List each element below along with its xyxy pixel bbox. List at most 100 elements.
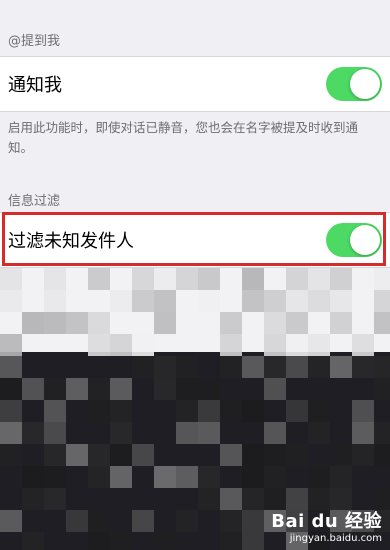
mosaic-tile bbox=[286, 444, 308, 466]
toggle-knob bbox=[350, 225, 380, 255]
mosaic-tile bbox=[176, 400, 198, 422]
mosaic-tile bbox=[110, 422, 132, 444]
mosaic-tile bbox=[22, 532, 44, 550]
mosaic-tile bbox=[264, 444, 286, 466]
pixelated-redaction-area: Bai du 经验 jingyan.baidu.com bbox=[0, 268, 390, 550]
mosaic-tile bbox=[154, 290, 176, 312]
mosaic-tile bbox=[176, 356, 198, 378]
mosaic-tile bbox=[308, 400, 330, 422]
mosaic-tile bbox=[176, 510, 198, 532]
mosaic-tile bbox=[264, 290, 286, 312]
watermark-url: jingyan.baidu.com bbox=[289, 533, 382, 544]
mosaic-tile bbox=[44, 444, 66, 466]
mosaic-tile bbox=[0, 378, 22, 400]
mosaic-tile bbox=[198, 378, 220, 400]
mosaic-tile bbox=[176, 268, 198, 290]
mosaic-tile bbox=[66, 444, 88, 466]
toggle-knob bbox=[350, 69, 380, 99]
mosaic-tile bbox=[374, 378, 390, 400]
mosaic-tile bbox=[0, 422, 22, 444]
mosaic-tile bbox=[154, 356, 176, 378]
mosaic-tile bbox=[154, 532, 176, 550]
mosaic-tile bbox=[220, 312, 242, 334]
mosaic-tile bbox=[44, 378, 66, 400]
mosaic-tile bbox=[0, 290, 22, 312]
mosaic-tile bbox=[88, 312, 110, 334]
mosaic-tile bbox=[88, 400, 110, 422]
mosaic-tile bbox=[352, 422, 374, 444]
mosaic-tile bbox=[286, 290, 308, 312]
mosaic-tile bbox=[242, 466, 264, 488]
mosaic-tile bbox=[176, 466, 198, 488]
mosaic-tile bbox=[0, 356, 22, 378]
notify-me-label: 通知我 bbox=[8, 75, 62, 96]
mosaic-tile bbox=[44, 488, 66, 510]
mosaic-tile bbox=[286, 312, 308, 334]
mosaic-tile bbox=[330, 290, 352, 312]
mosaic-tile bbox=[286, 268, 308, 290]
mosaic-tile bbox=[132, 268, 154, 290]
mosaic-tile bbox=[242, 444, 264, 466]
filter-unknown-senders-row[interactable]: 过滤未知发件人 bbox=[0, 212, 390, 268]
mosaic-tile bbox=[132, 444, 154, 466]
mosaic-tile bbox=[44, 400, 66, 422]
mosaic-tile bbox=[220, 532, 242, 550]
mosaic-tile bbox=[330, 444, 352, 466]
mention-section-header: @提到我 bbox=[8, 34, 61, 49]
mosaic-tile bbox=[176, 422, 198, 444]
mosaic-tile bbox=[88, 334, 110, 356]
mosaic-tile bbox=[88, 444, 110, 466]
notify-me-row[interactable]: 通知我 bbox=[0, 56, 390, 112]
mosaic-tile bbox=[198, 400, 220, 422]
mosaic-tile bbox=[22, 378, 44, 400]
mosaic-tile bbox=[198, 290, 220, 312]
mosaic-tile bbox=[22, 466, 44, 488]
mosaic-tile bbox=[308, 290, 330, 312]
mosaic-tile bbox=[264, 466, 286, 488]
mosaic-tile bbox=[330, 268, 352, 290]
mosaic-tile bbox=[352, 334, 374, 356]
mosaic-tile bbox=[330, 466, 352, 488]
mosaic-tile bbox=[88, 268, 110, 290]
mosaic-tile bbox=[308, 466, 330, 488]
watermark-brand: Bai du 经验 bbox=[271, 511, 382, 532]
mosaic-tile bbox=[110, 334, 132, 356]
mosaic-tile bbox=[264, 422, 286, 444]
mosaic-tile bbox=[0, 510, 22, 532]
mosaic-tile bbox=[22, 422, 44, 444]
mosaic-tile bbox=[44, 312, 66, 334]
mosaic-tile bbox=[110, 532, 132, 550]
mosaic-tile bbox=[154, 378, 176, 400]
mosaic-tile bbox=[242, 400, 264, 422]
mosaic-tile bbox=[66, 510, 88, 532]
mosaic-tile bbox=[220, 488, 242, 510]
mosaic-tile bbox=[242, 290, 264, 312]
mosaic-tile bbox=[264, 378, 286, 400]
mosaic-tile bbox=[286, 334, 308, 356]
mosaic-tile bbox=[154, 268, 176, 290]
mosaic-tile bbox=[374, 312, 390, 334]
baidu-watermark: Bai du 经验 jingyan.baidu.com bbox=[271, 507, 382, 544]
filter-unknown-senders-toggle[interactable] bbox=[326, 223, 382, 257]
mosaic-tile bbox=[264, 334, 286, 356]
mosaic-tile bbox=[352, 444, 374, 466]
mosaic-tile bbox=[22, 312, 44, 334]
mosaic-tile bbox=[198, 422, 220, 444]
notify-me-toggle[interactable] bbox=[326, 67, 382, 101]
mosaic-tile bbox=[0, 400, 22, 422]
mosaic-tile bbox=[220, 510, 242, 532]
mosaic-tile bbox=[242, 510, 264, 532]
mosaic-tile bbox=[44, 290, 66, 312]
mosaic-tile bbox=[308, 422, 330, 444]
mosaic-tile bbox=[88, 532, 110, 550]
mosaic-tile bbox=[308, 334, 330, 356]
mosaic-tile bbox=[330, 312, 352, 334]
mosaic-tile bbox=[308, 356, 330, 378]
mosaic-tile bbox=[242, 356, 264, 378]
mosaic-tile bbox=[44, 268, 66, 290]
mosaic-tile bbox=[352, 400, 374, 422]
mosaic-tile bbox=[132, 290, 154, 312]
mosaic-tile bbox=[242, 488, 264, 510]
mosaic-tile bbox=[110, 378, 132, 400]
mosaic-tile bbox=[286, 356, 308, 378]
